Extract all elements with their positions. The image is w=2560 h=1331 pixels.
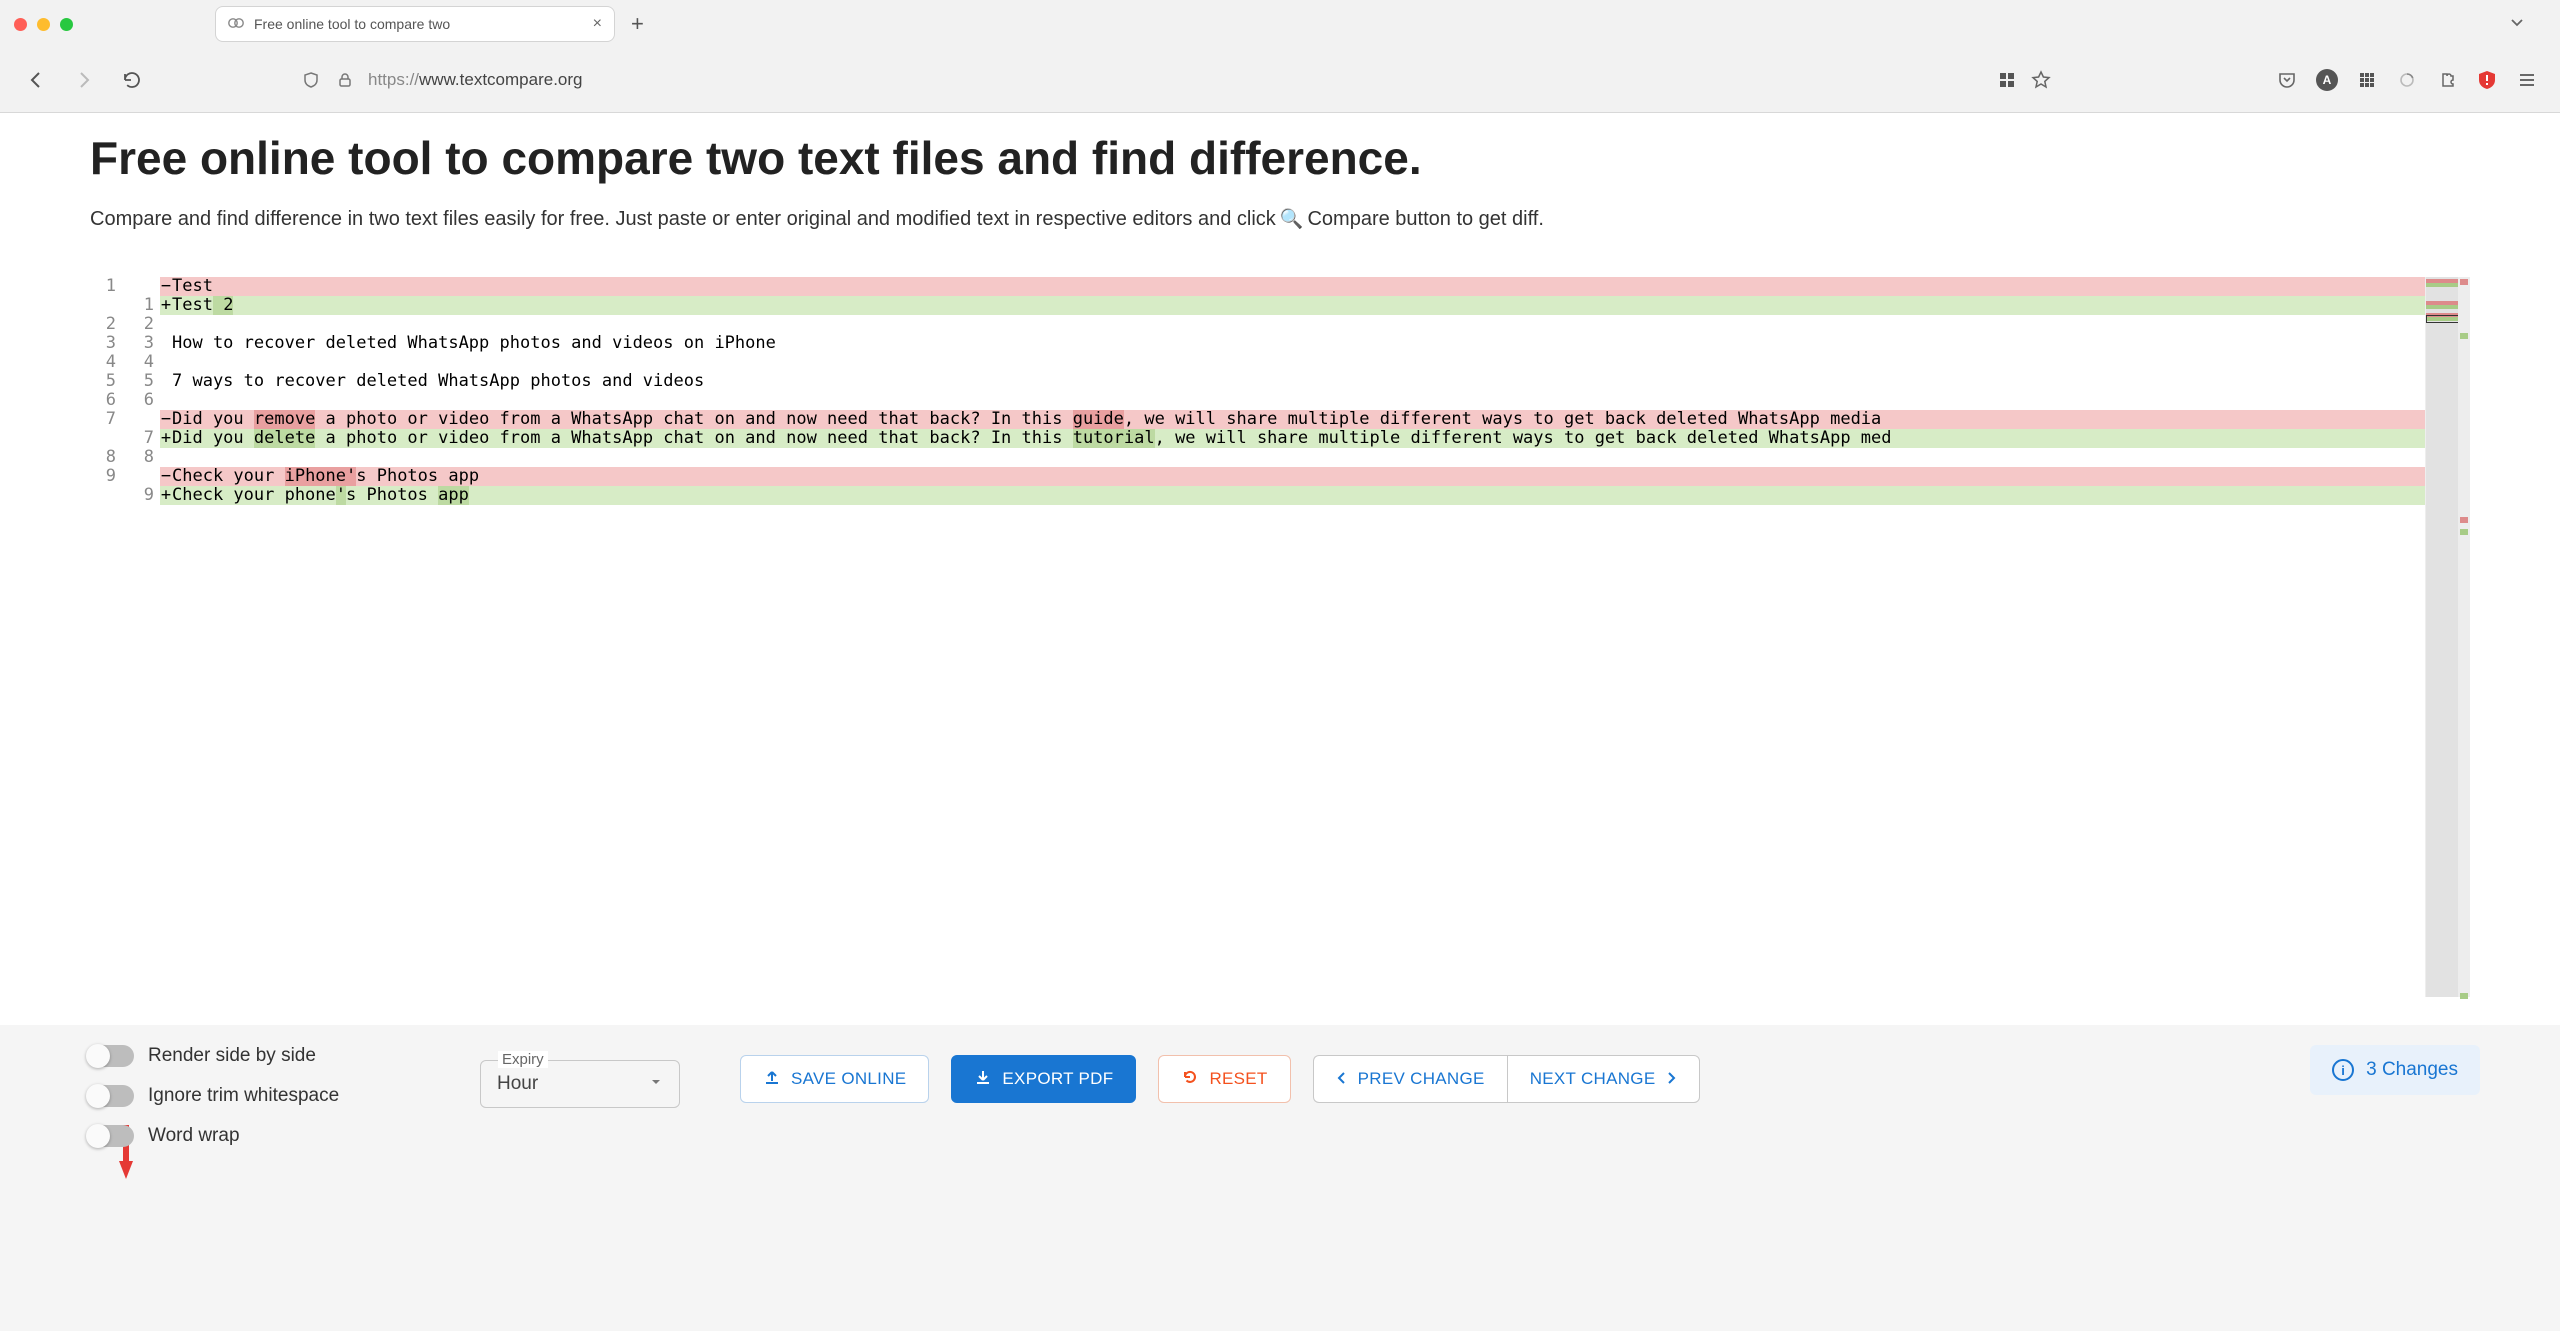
magnifier-icon: 🔍 [1280,207,1304,231]
sync-icon[interactable] [2396,69,2418,91]
diff-line[interactable]: How to recover deleted WhatsApp photos a… [160,334,2425,353]
button-label: EXPORT PDF [1002,1069,1113,1089]
url-text: https://www.textcompare.org [368,70,1984,90]
toolbar-right-icons: A [2276,69,2538,91]
tab-close-button[interactable]: × [593,15,602,33]
toggle-word-wrap[interactable]: Word wrap [90,1125,420,1147]
diff-line[interactable]: +Did you delete a photo or video from a … [160,429,2425,448]
diff-viewer[interactable]: 123456789 123456789 −Test+Test 2 How to r… [90,277,2470,997]
reload-button[interactable] [118,66,146,94]
minimize-window-button[interactable] [37,18,50,31]
diff-line[interactable]: −Test [160,277,2425,296]
controls-row: Render side by side Ignore trim whitespa… [0,1025,2560,1167]
lock-icon[interactable] [334,69,356,91]
toggle-group: Render side by side Ignore trim whitespa… [90,1045,420,1147]
toggle-label: Word wrap [148,1125,240,1147]
diff-line[interactable] [160,353,2425,372]
diff-line[interactable]: −Check your iPhone's Photos app [160,467,2425,486]
diff-line[interactable] [160,448,2425,467]
diff-line[interactable] [160,315,2425,334]
prev-change-button[interactable]: PREV CHANGE [1313,1055,1507,1103]
browser-tab[interactable]: Free online tool to compare two × [215,6,615,42]
tab-overflow-button[interactable] [2508,13,2526,36]
diff-line[interactable] [160,391,2425,410]
tab-favicon [228,15,244,34]
button-label: NEXT CHANGE [1530,1069,1656,1089]
toggle-label: Render side by side [148,1045,316,1067]
diff-code-panel[interactable]: −Test+Test 2 How to recover deleted Whats… [160,277,2426,997]
next-change-button[interactable]: NEXT CHANGE [1507,1055,1701,1103]
diff-line[interactable]: 7 ways to recover deleted WhatsApp photo… [160,372,2425,391]
browser-toolbar: https://www.textcompare.org A [0,48,2560,112]
adblock-shield-icon[interactable] [2476,69,2498,91]
back-button[interactable] [22,66,50,94]
expiry-value: Hour [497,1073,538,1095]
apps-grid-icon[interactable] [2356,69,2378,91]
reset-button[interactable]: RESET [1158,1055,1290,1103]
tab-title: Free online tool to compare two [254,16,583,32]
bookmark-star-icon[interactable] [2030,69,2052,91]
reset-icon [1181,1068,1199,1091]
save-online-button[interactable]: SAVE ONLINE [740,1055,929,1103]
reader-grid-icon[interactable] [1996,69,2018,91]
switch[interactable] [90,1085,134,1107]
page-subtitle: Compare and find difference in two text … [90,207,2470,231]
expiry-label: Expiry [498,1051,548,1068]
action-buttons: SAVE ONLINE EXPORT PDF RESET PREV CHANGE… [740,1055,1700,1103]
expiry-field: Expiry Hour [480,1051,680,1108]
toggle-ignore-trim-whitespace[interactable]: Ignore trim whitespace [90,1085,420,1107]
diff-line[interactable]: −Did you remove a photo or video from a … [160,410,2425,429]
chevron-right-icon [1665,1069,1677,1090]
address-bar[interactable]: https://www.textcompare.org [286,60,2066,100]
button-label: RESET [1209,1069,1267,1089]
hamburger-menu-icon[interactable] [2516,69,2538,91]
chevron-left-icon [1336,1069,1348,1090]
close-window-button[interactable] [14,18,27,31]
extensions-icon[interactable] [2436,69,2458,91]
switch[interactable] [90,1125,134,1147]
new-tab-button[interactable]: + [627,7,648,41]
tracking-shield-icon[interactable] [300,69,322,91]
account-icon[interactable]: A [2316,69,2338,91]
zoom-window-button[interactable] [60,18,73,31]
page-body: Free online tool to compare two text fil… [0,113,2560,1025]
forward-button[interactable] [70,66,98,94]
chevron-down-icon [649,1073,663,1095]
toggle-render-side-by-side[interactable]: Render side by side [90,1045,420,1067]
pocket-icon[interactable] [2276,69,2298,91]
button-label: PREV CHANGE [1358,1069,1485,1089]
upload-icon [763,1068,781,1091]
export-pdf-button[interactable]: EXPORT PDF [951,1055,1136,1103]
button-label: SAVE ONLINE [791,1069,906,1089]
toggle-label: Ignore trim whitespace [148,1085,339,1107]
browser-chrome: Free online tool to compare two × + http… [0,0,2560,113]
diff-line[interactable]: +Test 2 [160,296,2425,315]
switch[interactable] [90,1045,134,1067]
info-icon: i [2332,1059,2354,1081]
window-controls [14,18,73,31]
diff-line[interactable]: +Check your phone's Photos app [160,486,2425,505]
tab-bar: Free online tool to compare two × + [0,0,2560,48]
gutter-right: 123456789 [128,277,160,997]
changes-count-pill[interactable]: i 3 Changes [2310,1045,2480,1095]
gutter-left: 123456789 [90,277,122,997]
diff-minimap[interactable] [2426,277,2470,997]
changes-text: 3 Changes [2366,1059,2458,1081]
change-nav-buttons: PREV CHANGE NEXT CHANGE [1313,1055,1701,1103]
download-icon [974,1068,992,1091]
page-title: Free online tool to compare two text fil… [90,131,2470,185]
